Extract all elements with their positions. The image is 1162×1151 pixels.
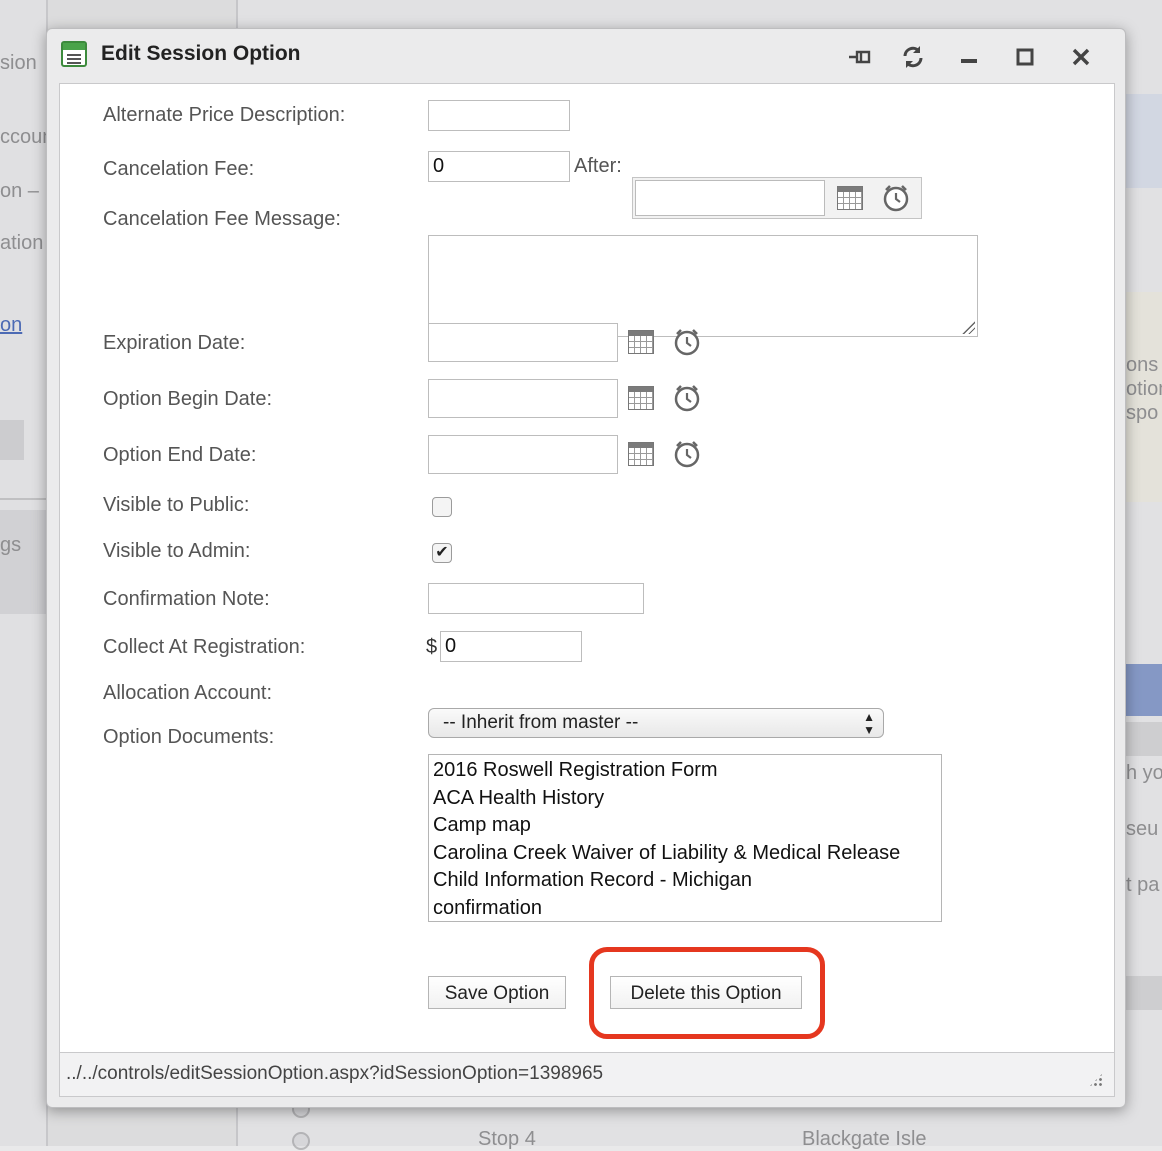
pin-icon[interactable] [845,43,873,71]
collect-at-registration-label: Collect At Registration: [103,636,306,658]
edit-session-option-dialog: Edit Session Option Alternate Price Desc… [46,28,1126,1108]
dialog-title: Edit Session Option [101,42,301,65]
dialog-content: Alternate Price Description: Cancelation… [59,83,1115,1053]
select-arrows-icon: ▲ ▼ [863,710,875,737]
list-item[interactable]: Camp map [433,812,937,840]
currency-symbol: $ [426,636,438,658]
list-item[interactable]: confirmation [433,895,937,921]
confirmation-note-label: Confirmation Note: [103,588,270,610]
calendar-icon[interactable] [628,442,654,466]
list-item[interactable]: Child Information Record - Michigan [433,867,937,895]
option-end-date-input[interactable] [428,435,618,474]
calendar-icon[interactable] [837,186,863,210]
cancelation-fee-message-label: Cancelation Fee Message: [103,208,341,230]
alternate-price-description-label: Alternate Price Description: [103,104,346,126]
calendar-icon[interactable] [628,330,654,354]
window-icon [61,41,87,67]
allocation-account-select[interactable]: -- Inherit from master -- ▲ ▼ [428,708,884,738]
option-documents-listbox[interactable]: 2016 Roswell Registration Form ACA Healt… [428,754,942,922]
cancelation-fee-input[interactable] [428,151,570,182]
collect-at-registration-input[interactable] [440,631,582,662]
visible-to-admin-label: Visible to Admin: [103,540,251,562]
status-url: ../../controls/editSessionOption.aspx?id… [66,1063,604,1084]
confirmation-note-input[interactable] [428,583,644,614]
visible-to-public-checkbox[interactable] [432,497,452,517]
option-documents-label: Option Documents: [103,726,275,748]
dialog-statusbar: ../../controls/editSessionOption.aspx?id… [59,1053,1115,1097]
option-end-date-label: Option End Date: [103,444,257,466]
alternate-price-description-input[interactable] [428,100,570,131]
minimize-icon[interactable] [955,43,983,71]
visible-to-public-label: Visible to Public: [103,494,250,516]
dialog-titlebar[interactable]: Edit Session Option [47,29,1125,83]
resize-grip-icon[interactable] [961,320,975,334]
clock-icon[interactable] [672,439,702,469]
cancelation-after-date-input[interactable] [635,180,825,216]
expiration-date-label: Expiration Date: [103,332,246,354]
cancelation-after-group [632,177,922,219]
maximize-icon[interactable] [1011,43,1039,71]
list-item[interactable]: 2016 Roswell Registration Form [433,757,937,785]
option-begin-date-input[interactable] [428,379,618,418]
cancelation-fee-message-textarea[interactable] [428,235,978,337]
resize-grip-icon[interactable] [1088,1072,1104,1088]
option-begin-date-label: Option Begin Date: [103,388,272,410]
list-item[interactable]: Carolina Creek Waiver of Liability & Med… [433,840,937,868]
calendar-icon[interactable] [628,386,654,410]
allocation-account-selected: -- Inherit from master -- [443,712,639,733]
cancelation-fee-label: Cancelation Fee: [103,158,255,180]
expiration-date-input[interactable] [428,323,618,362]
delete-option-button[interactable]: Delete this Option [610,976,802,1009]
allocation-account-label: Allocation Account: [103,682,272,704]
close-icon[interactable] [1067,43,1095,71]
clock-icon[interactable] [672,327,702,357]
clock-icon[interactable] [881,183,911,213]
save-option-button[interactable]: Save Option [428,976,566,1009]
reload-icon[interactable] [899,43,927,71]
list-item[interactable]: ACA Health History [433,785,937,813]
visible-to-admin-checkbox[interactable]: ✔ [432,543,452,563]
clock-icon[interactable] [672,383,702,413]
after-label: After: [574,155,622,177]
